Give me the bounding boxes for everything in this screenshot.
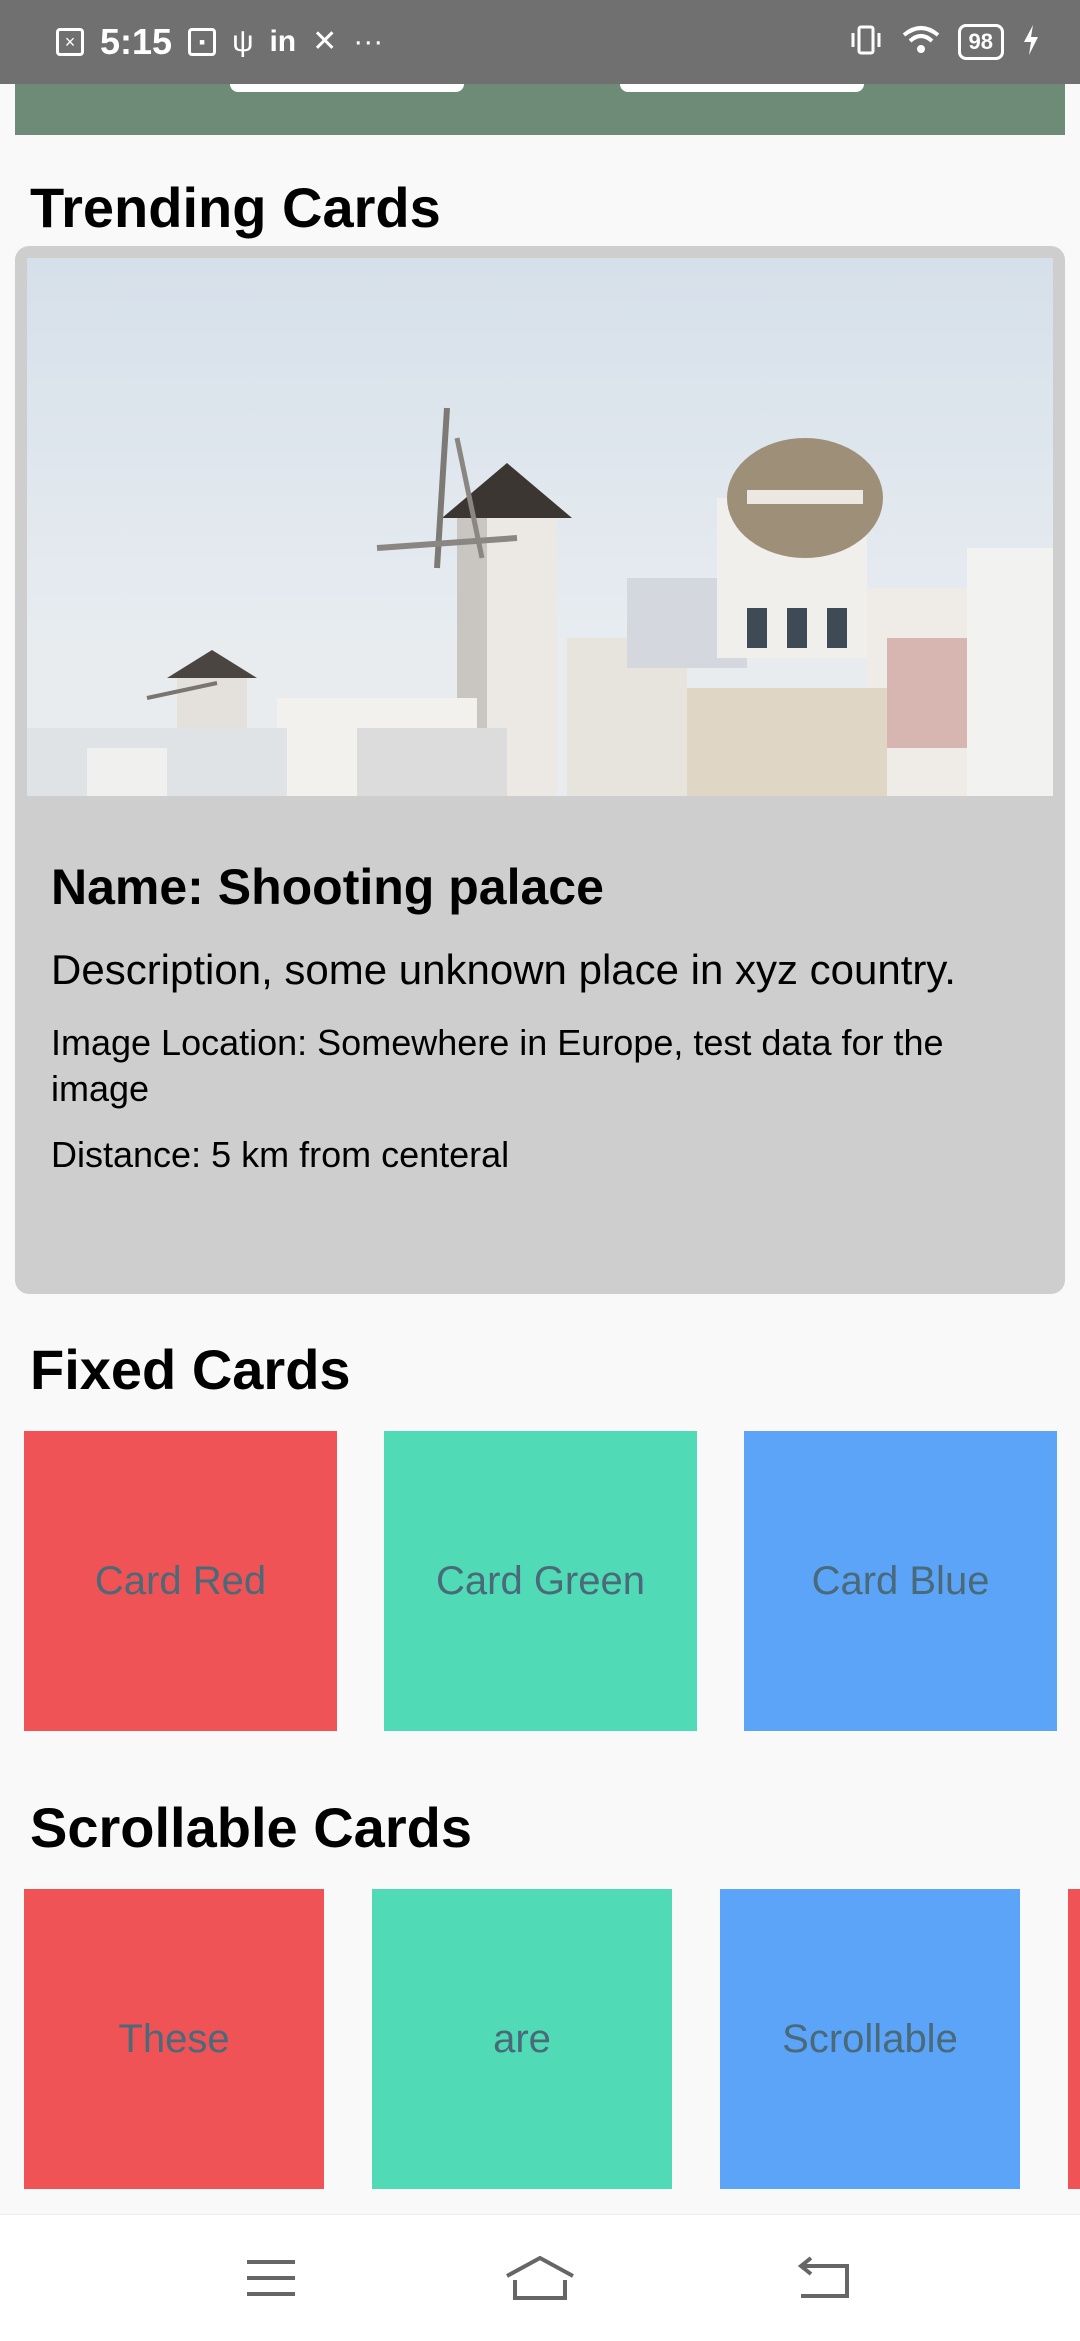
- trending-card[interactable]: Name: Shooting palace Description, some …: [15, 246, 1065, 1294]
- status-bar: × 5:15 ▪ ψ in ✕ ··· 98: [0, 0, 1080, 84]
- trending-card-image: [27, 258, 1053, 796]
- fixed-cards-title: Fixed Cards: [30, 1338, 351, 1401]
- scrollable-cards-title: Scrollable Cards: [30, 1796, 472, 1859]
- trending-cards-title: Trending Cards: [30, 176, 441, 239]
- back-button[interactable]: [770, 2235, 880, 2325]
- scrollable-card[interactable]: These: [24, 1889, 324, 2189]
- top-banner: [15, 84, 1065, 135]
- battery-level: 98: [968, 29, 993, 54]
- linkedin-icon: in: [269, 25, 297, 58]
- banner-button-left[interactable]: [230, 84, 464, 92]
- fixed-card-green[interactable]: Card Green: [384, 1431, 697, 1731]
- status-right: 98: [848, 0, 1040, 84]
- trending-card-name: Name: Shooting palace: [51, 859, 604, 915]
- usb-icon: ψ: [232, 25, 254, 58]
- scrollable-card[interactable]: are: [372, 1889, 672, 2189]
- trending-card-description: Description, some unknown place in xyz c…: [51, 946, 956, 993]
- screenshot-icon: ×: [56, 28, 84, 56]
- scrollable-card[interactable]: Scrollable: [720, 1889, 1020, 2189]
- scrollable-card-label: are: [493, 2016, 551, 2061]
- status-left: × 5:15 ▪ ψ in ✕ ···: [56, 0, 383, 84]
- system-nav-bar: [0, 2214, 1080, 2341]
- usb-debug-icon: ▪: [188, 28, 217, 56]
- fixed-card-blue[interactable]: Card Blue: [744, 1431, 1057, 1731]
- vibrate-icon: [848, 24, 884, 61]
- fixed-card-label: Card Blue: [811, 1558, 990, 1603]
- scrollable-card[interactable]: [1068, 1889, 1080, 2189]
- scrollable-card-label: These: [118, 2016, 230, 2061]
- fixed-card-label: Card Green: [436, 1558, 645, 1603]
- back-icon: [797, 2255, 853, 2305]
- wifi-icon: [902, 25, 940, 60]
- home-button[interactable]: [485, 2235, 595, 2325]
- trending-card-distance: Distance: 5 km from centeral: [51, 1134, 510, 1175]
- menu-button[interactable]: [216, 2235, 326, 2325]
- fixed-card-label: Card Red: [94, 1558, 267, 1603]
- home-icon: [505, 2255, 575, 2305]
- scrollable-card-label: Scrollable: [782, 2016, 958, 2061]
- more-icon: ···: [353, 25, 384, 58]
- fixed-card-red[interactable]: Card Red: [24, 1431, 337, 1731]
- charging-icon: [1022, 24, 1040, 61]
- status-time: 5:15: [100, 21, 173, 62]
- tools-icon: ✕: [312, 25, 338, 58]
- menu-icon: [245, 2258, 297, 2303]
- trending-card-location: Image Location: Somewhere in Europe, tes…: [51, 1022, 944, 1109]
- battery-icon: 98: [957, 24, 1004, 60]
- banner-button-right[interactable]: [620, 84, 864, 92]
